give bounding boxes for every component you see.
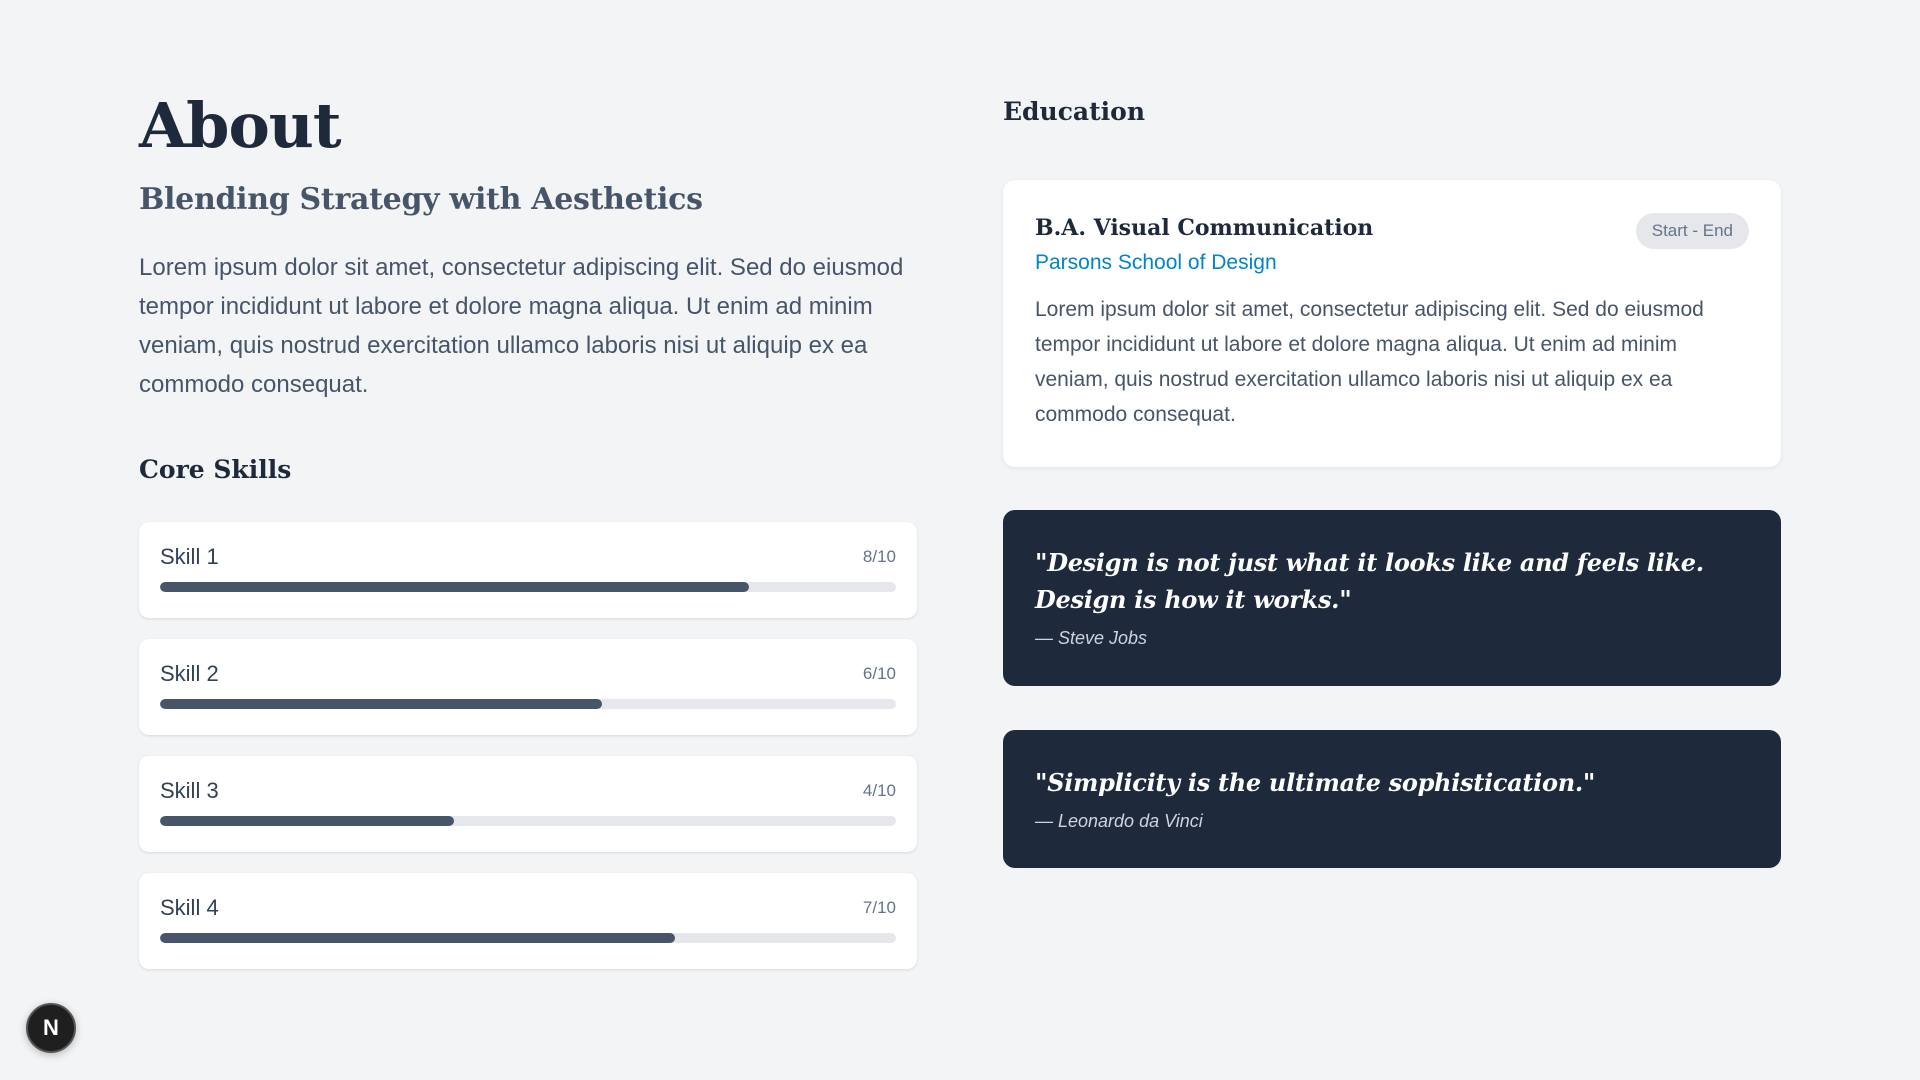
skill-name: Skill 4 [160,895,219,920]
quote-card: "Simplicity is the ultimate sophisticati… [1003,730,1781,868]
nextjs-logo-icon[interactable]: N [26,1003,76,1053]
skill-progress-fill [160,933,676,943]
core-skills-heading: Core Skills [139,455,292,484]
skill-score: 7/10 [862,898,896,917]
quote-author: — Leonardo da Vinci [1035,811,1203,831]
skill-card: Skill 3 4/10 [139,756,917,852]
education-heading: Education [1003,97,1146,126]
skill-name: Skill 1 [160,544,219,569]
skill-card: Skill 2 6/10 [139,639,917,735]
page-subtitle: Blending Strategy with Aesthetics [139,182,703,217]
skills-list: Skill 1 8/10 Skill 2 6/10 Skill 3 4/10 S… [139,522,917,969]
badge-letter: N [43,1015,59,1040]
education-card: B.A. Visual Communication Start - End Pa… [1003,180,1781,467]
about-column: About Blending Strategy with Aesthetics … [139,88,917,990]
education-column: Education B.A. Visual Communication Star… [1003,88,1781,868]
skill-progress-fill [160,699,602,709]
school-name: Parsons School of Design [1035,251,1277,274]
about-page: About Blending Strategy with Aesthetics … [0,0,1920,1080]
education-description: Lorem ipsum dolor sit amet, consectetur … [1035,298,1704,426]
skill-score: 4/10 [862,781,896,800]
skill-score: 6/10 [862,664,896,683]
page-title: About [139,89,342,162]
date-range-badge: Start - End [1635,213,1749,249]
about-description: Lorem ipsum dolor sit amet, consectetur … [139,254,904,398]
skill-score: 8/10 [862,547,896,566]
skill-progress-track [160,582,896,592]
skill-progress-track [160,933,896,943]
skill-name: Skill 2 [160,661,219,686]
quote-text: "Design is not just what it looks like a… [1035,548,1704,614]
quote-author: — Steve Jobs [1035,628,1148,648]
skill-name: Skill 3 [160,778,219,803]
skill-progress-fill [160,582,749,592]
skill-progress-track [160,699,896,709]
skill-progress-fill [160,816,455,826]
skill-progress-track [160,816,896,826]
skill-card: Skill 1 8/10 [139,522,917,618]
quote-card: "Design is not just what it looks like a… [1003,510,1781,686]
quote-text: "Simplicity is the ultimate sophisticati… [1035,768,1596,797]
skill-card: Skill 4 7/10 [139,873,917,969]
